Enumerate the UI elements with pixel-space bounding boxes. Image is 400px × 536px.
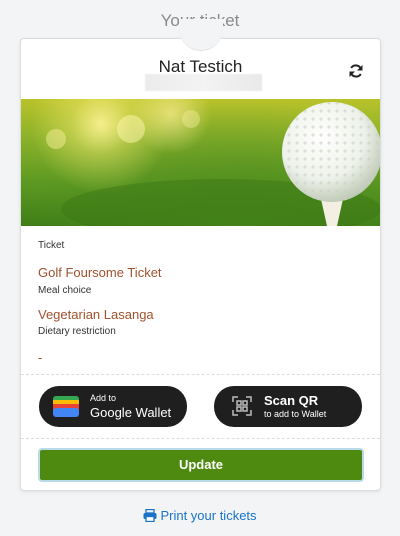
event-banner-image [21, 99, 380, 226]
divider [21, 438, 380, 439]
meal-choice-label: Meal choice [38, 285, 92, 296]
refresh-icon[interactable] [348, 63, 364, 79]
google-wallet-line1: Add to [90, 393, 117, 403]
update-button[interactable]: Update [38, 448, 364, 482]
scan-qr-button[interactable]: Scan QR to add to Wallet [214, 386, 362, 427]
ticket-card: Nat Testich Ticket Golf Foursome Ticket … [20, 19, 381, 491]
printer-icon [143, 508, 157, 523]
google-wallet-icon [52, 395, 80, 418]
google-wallet-line2: Google Wallet [90, 405, 172, 420]
meal-choice-value: Vegetarian Lasanga [38, 307, 154, 322]
add-to-google-wallet-button[interactable]: Add to Google Wallet [39, 386, 187, 427]
dietary-restriction-label: Dietary restriction [38, 326, 116, 337]
redacted-email [145, 74, 262, 91]
ticket-label: Ticket [38, 240, 65, 251]
dietary-restriction-value: - [38, 350, 43, 365]
print-tickets-label: Print your tickets [160, 508, 257, 523]
ticket-value: Golf Foursome Ticket [38, 265, 162, 280]
ticket-notch [178, 19, 223, 51]
divider [21, 374, 380, 375]
qr-scan-icon [232, 396, 252, 416]
print-tickets-link[interactable]: Print your tickets [0, 508, 400, 523]
scan-qr-line1: Scan QR [264, 393, 319, 408]
scan-qr-line2: to add to Wallet [264, 409, 327, 419]
